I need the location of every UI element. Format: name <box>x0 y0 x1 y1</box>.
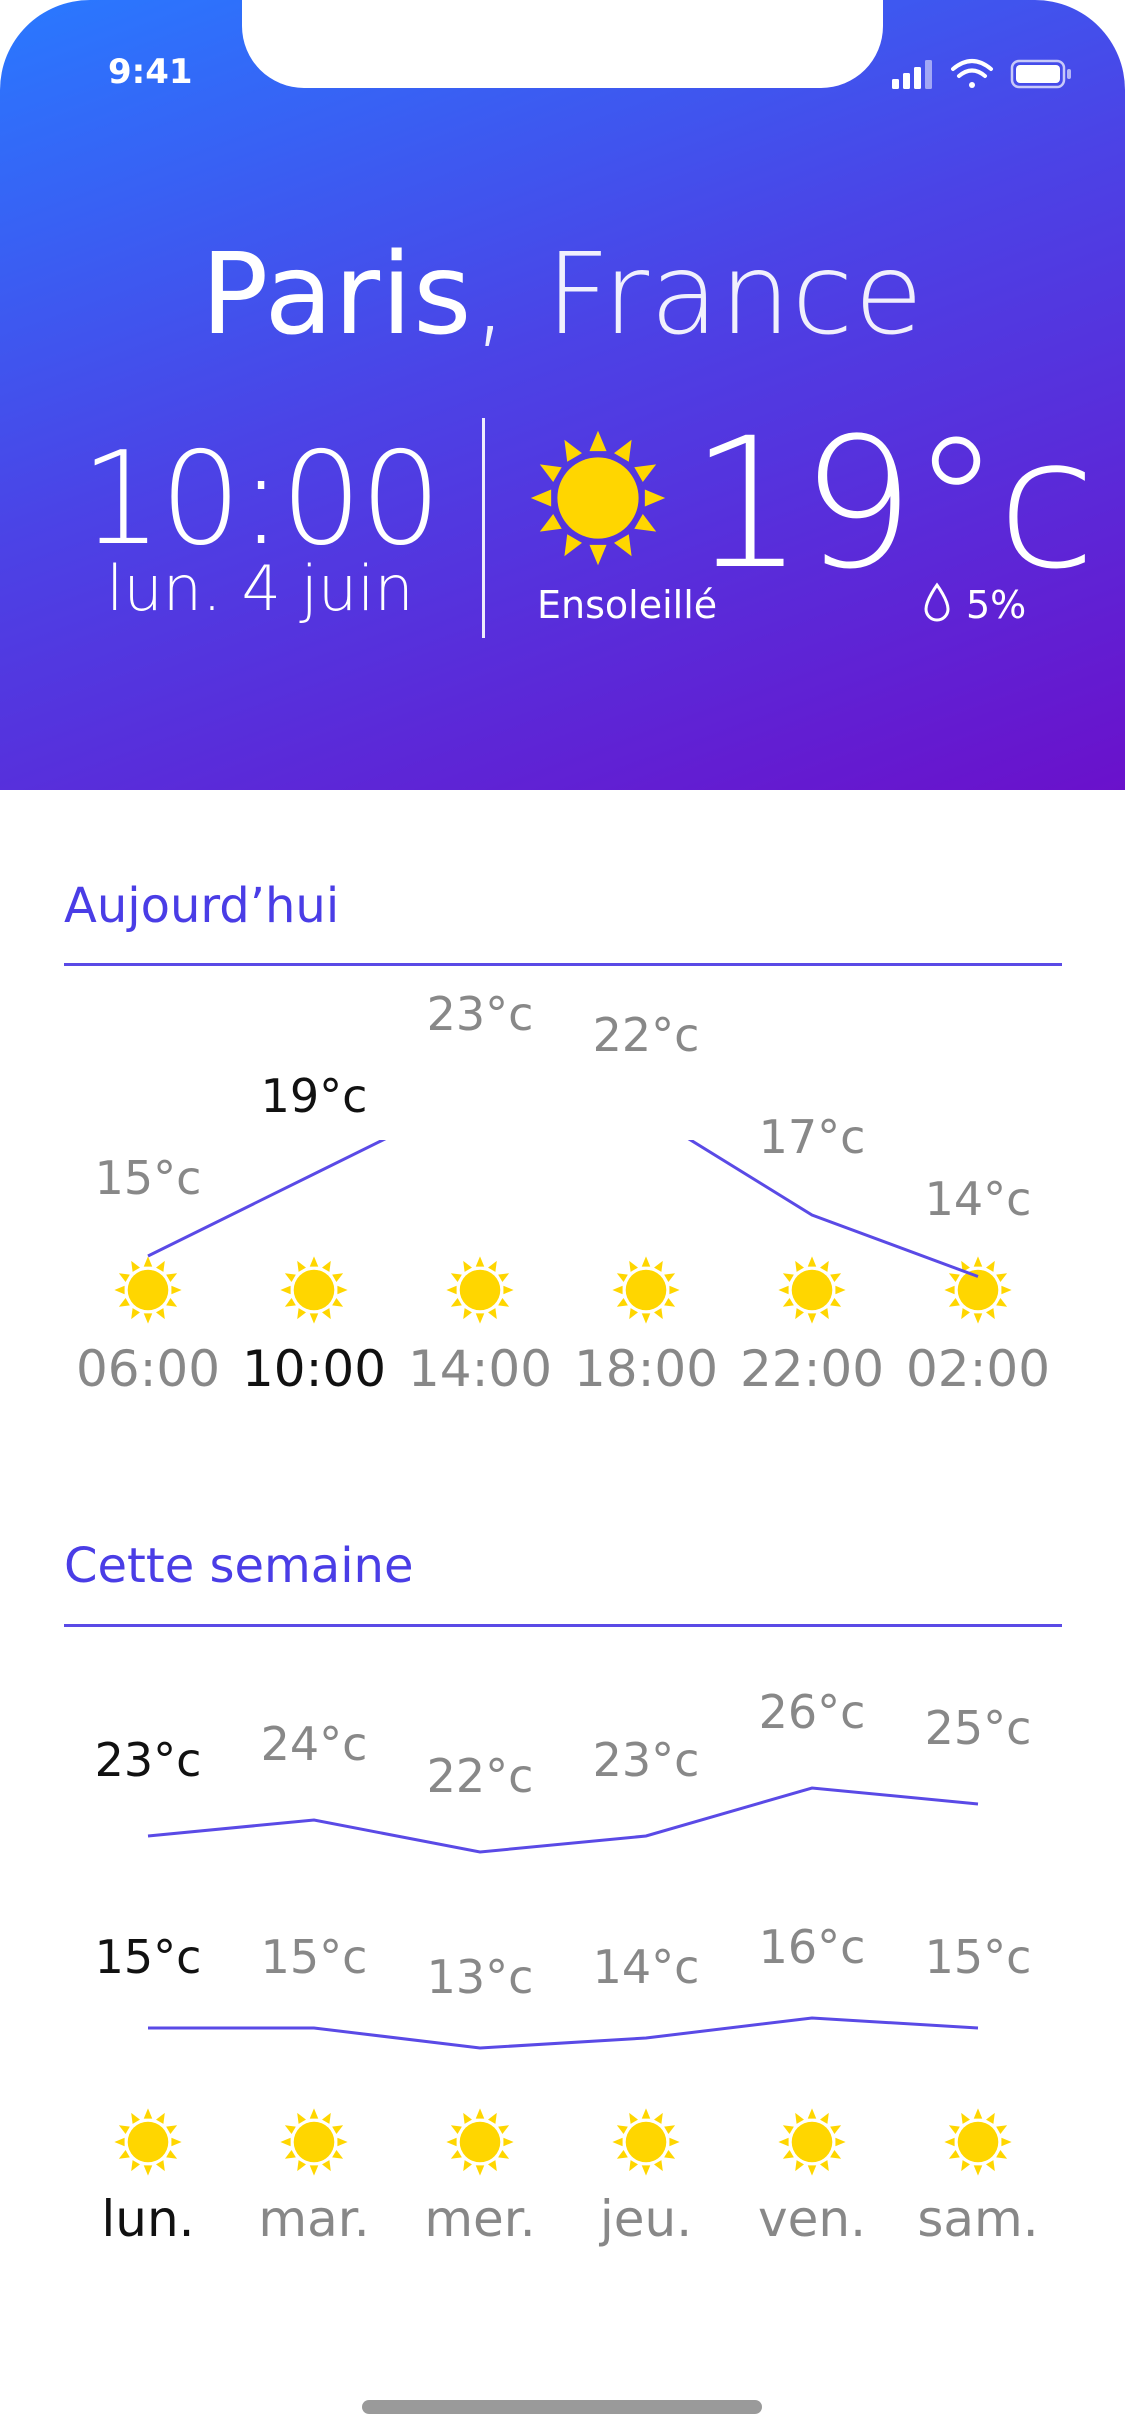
today-title: Aujourd’hui <box>64 878 340 934</box>
current-date: lun. 4 juin <box>106 552 414 625</box>
day-low-temp: 15°c <box>94 1930 202 1984</box>
sun-icon <box>280 2108 348 2176</box>
sun-icon <box>778 2108 846 2176</box>
sun-icon <box>446 2108 514 2176</box>
day-high-temp: 23°c <box>94 1733 202 1787</box>
day-name: lun. <box>101 2190 195 2248</box>
hour-time: 10:00 <box>241 1340 387 1398</box>
home-indicator[interactable] <box>362 2400 762 2414</box>
country-name: , France <box>472 230 925 360</box>
hour-temp: 22°c <box>592 1007 700 1062</box>
signal-icon <box>892 60 932 89</box>
day-name: jeu. <box>599 2190 693 2248</box>
device-notch <box>242 0 883 88</box>
hour-temp: 23°c <box>426 987 534 1041</box>
today-divider <box>64 963 1062 966</box>
day-high-temp: 23°c <box>592 1733 700 1787</box>
weekly-high-line-path <box>147 1786 979 1854</box>
hour-time: 14:00 <box>407 1340 553 1398</box>
day-low-temp: 16°c <box>758 1920 866 1974</box>
weather-header: 9:41 Paris, France 10:00 lun. 4 juin 19°… <box>0 0 1125 790</box>
status-time: 9:41 <box>108 52 193 92</box>
day-low-temp: 15°c <box>924 1930 1032 1984</box>
week-divider <box>64 1624 1062 1627</box>
status-icons <box>892 59 1071 89</box>
hour-time: 22:00 <box>739 1340 885 1398</box>
week-title: Cette semaine <box>64 1538 414 1594</box>
day-name: mer. <box>424 2190 536 2248</box>
day-name: mar. <box>258 2190 370 2248</box>
location-title[interactable]: Paris, France <box>0 230 1125 360</box>
wifi-icon <box>951 59 993 88</box>
city-name: Paris <box>200 230 473 360</box>
rain-chance: 5% <box>966 583 1027 627</box>
current-temperature: 19°c <box>690 400 1096 609</box>
hourly-temperature-line <box>147 1140 979 1278</box>
sun-icon <box>612 2108 680 2176</box>
battery-icon <box>1010 59 1071 89</box>
day-high-temp: 26°c <box>758 1685 866 1739</box>
day-high-temp: 24°c <box>260 1717 368 1771</box>
sun-icon <box>114 2108 182 2176</box>
hourly-temperature-line-path <box>147 1140 979 1278</box>
sun-icon <box>944 2108 1012 2176</box>
day-high-temp: 25°c <box>924 1701 1032 1755</box>
day-name: ven. <box>758 2190 866 2248</box>
day-name: sam. <box>917 2190 1039 2248</box>
hour-time: 18:00 <box>573 1340 719 1398</box>
weather-condition: Ensoleillé <box>537 583 718 627</box>
drop-icon <box>924 582 950 622</box>
weekly-high-line <box>147 1786 979 1854</box>
weekly-low-line <box>148 2016 979 2050</box>
sun-icon <box>530 430 666 566</box>
day-low-temp: 14°c <box>592 1940 700 1994</box>
hour-time: 02:00 <box>905 1340 1051 1398</box>
hour-temp: 19°c <box>260 1069 368 1123</box>
hour-time: 06:00 <box>75 1340 221 1398</box>
weekly-low-line-path <box>148 2016 979 2050</box>
header-divider <box>482 418 485 638</box>
day-low-temp: 15°c <box>260 1930 368 1984</box>
